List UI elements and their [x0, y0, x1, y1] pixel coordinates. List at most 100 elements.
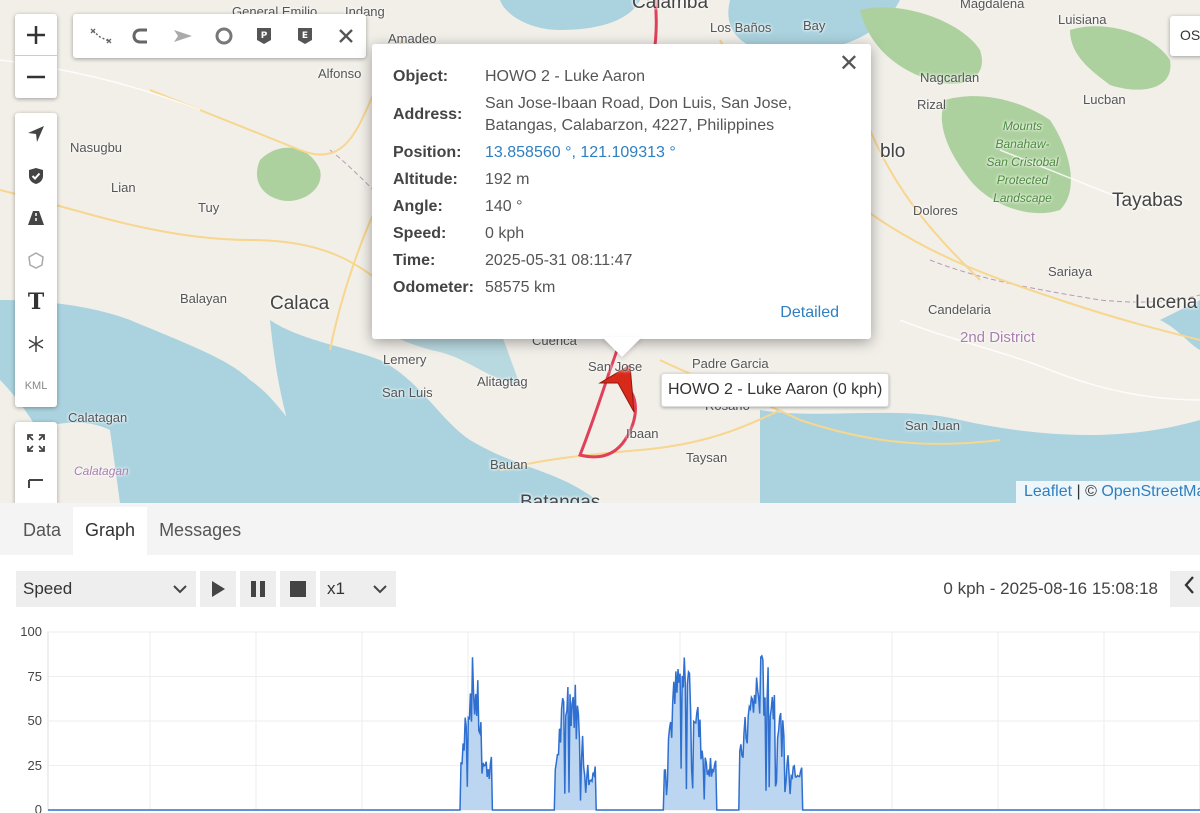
attribution-separator: | ©: [1072, 483, 1102, 500]
place-label: Nagcarlan: [920, 70, 980, 85]
layers-button[interactable]: OS: [1170, 16, 1200, 56]
place-label: Ibaan: [626, 426, 659, 441]
popup-label: Time:: [393, 252, 436, 269]
place-label: Rizal: [917, 97, 946, 112]
popup-row-time: Time: 2025-05-31 08:11:47: [393, 250, 851, 272]
popup-row-speed: Speed: 0 kph: [393, 223, 851, 245]
graph-status: 0 kph - 2025-08-16 15:08:18: [943, 579, 1158, 599]
map-attribution: Leaflet | © OpenStreetMap: [1016, 481, 1200, 503]
place-label: San Luis: [382, 385, 433, 400]
map-tools-control: T KML: [15, 113, 57, 407]
speed-graph[interactable]: 0 25 50 75 100: [0, 618, 1200, 813]
play-icon: [212, 581, 225, 597]
place-label: Sariaya: [1048, 264, 1093, 279]
place-label: Candelaria: [928, 302, 991, 317]
place-label: Taysan: [686, 450, 728, 465]
stop-icon: [290, 581, 306, 597]
popup-value: 140 °: [485, 198, 523, 215]
place-label: Lucban: [1083, 92, 1126, 107]
svg-text:E: E: [302, 31, 308, 41]
popup-row-object: Object: HOWO 2 - Luke Aaron: [393, 66, 851, 88]
parking-icon: P: [257, 28, 272, 44]
navigation-arrow-icon: [28, 126, 44, 142]
speed-chart[interactable]: [0, 618, 1200, 813]
place-label: Dolores: [913, 203, 958, 218]
openstreetmap-link[interactable]: OpenStreetMap: [1101, 483, 1200, 500]
snap-button[interactable]: [122, 14, 163, 58]
route-tool-button[interactable]: [15, 197, 57, 239]
popup-value: 192 m: [485, 171, 530, 188]
chevron-down-icon: [173, 585, 187, 594]
place-label: Luisiana: [1058, 12, 1107, 27]
road-icon: [28, 211, 44, 225]
place-label: Tayabas: [1112, 190, 1183, 211]
expand-icon: [27, 434, 45, 452]
tab-messages[interactable]: Messages: [147, 507, 253, 555]
draw-polyline-button[interactable]: [81, 14, 122, 58]
place-label: Padre Garcia: [692, 356, 769, 371]
popup-label: Speed:: [393, 225, 447, 242]
geofence-button[interactable]: [15, 155, 57, 197]
parking-button[interactable]: P: [244, 14, 285, 58]
popup-row-angle: Angle: 140 °: [393, 196, 851, 218]
popup-close-button[interactable]: ✕: [839, 52, 859, 76]
tab-graph[interactable]: Graph: [73, 507, 148, 555]
zoom-out-button[interactable]: [15, 56, 57, 98]
popup-label: Address:: [393, 106, 463, 123]
playback-speed-select[interactable]: x1: [320, 571, 396, 607]
poi-button[interactable]: [15, 239, 57, 281]
draw-toolbar: P E: [73, 14, 366, 58]
zoom-in-button[interactable]: [15, 14, 57, 56]
popup-tip: [602, 337, 642, 357]
popup-value: 58575 km: [485, 279, 556, 296]
park-label-line: Landscape: [993, 191, 1052, 205]
asterisk-icon: [28, 336, 44, 352]
clear-drawing-button[interactable]: [325, 14, 366, 58]
draw-circle-button[interactable]: [203, 14, 244, 58]
locate-button[interactable]: [15, 113, 57, 155]
close-icon: ✕: [838, 50, 859, 77]
popup-row-altitude: Altitude: 192 m: [393, 169, 851, 191]
object-info-popup: ✕ Object: HOWO 2 - Luke Aaron Address: S…: [372, 44, 871, 339]
stop-button[interactable]: [280, 571, 316, 607]
play-button[interactable]: [200, 571, 236, 607]
speed-series-line: [48, 654, 1200, 811]
leaflet-link[interactable]: Leaflet: [1024, 483, 1072, 500]
sensor-select[interactable]: Speed: [16, 571, 196, 607]
popup-label: Object:: [393, 68, 449, 85]
draw-route-button[interactable]: [162, 14, 203, 58]
position-link[interactable]: 13.858560 °, 121.109313 °: [485, 142, 676, 164]
tab-data[interactable]: Data: [0, 507, 73, 555]
bottom-panel-tabs: Data Graph Messages: [0, 503, 1200, 555]
sensor-select-value: Speed: [23, 579, 73, 598]
measure-button[interactable]: [15, 464, 57, 503]
popup-value: HOWO 2 - Luke Aaron: [485, 68, 646, 85]
place-label: San Juan: [905, 418, 960, 433]
circle-icon: [215, 27, 233, 45]
minus-icon: [27, 75, 45, 79]
event-icon: E: [297, 28, 312, 44]
popup-value: 0 kph: [485, 225, 525, 242]
place-label: Calatagan: [68, 410, 128, 425]
popup-value: San Jose-Ibaan Road, Don Luis, San Jose,…: [485, 95, 792, 134]
kml-label: KML: [24, 380, 48, 392]
park-label-line: Protected: [996, 173, 1049, 187]
status-speed: 0 kph: [943, 579, 986, 598]
park-label-line: Mounts: [1002, 119, 1043, 133]
place-label: Lucena: [1135, 292, 1198, 313]
previous-button[interactable]: [1170, 571, 1200, 607]
popup-label: Position:: [393, 144, 462, 161]
fullscreen-button[interactable]: [15, 422, 57, 464]
park-label-line: San Cristobal: [986, 155, 1059, 169]
kml-button[interactable]: KML: [15, 365, 57, 407]
polyline-icon: [90, 28, 112, 44]
detailed-link[interactable]: Detailed: [780, 304, 839, 322]
text-tool-button[interactable]: T: [15, 281, 57, 323]
arrow-icon: [173, 30, 192, 42]
place-label: Alitagtag: [477, 374, 528, 389]
place-label: Balayan: [180, 291, 227, 306]
map-view[interactable]: General Emilio Indang Calamba Los Baños Bay M…: [0, 0, 1200, 503]
event-button[interactable]: E: [285, 14, 326, 58]
pause-button[interactable]: [240, 571, 276, 607]
cluster-button[interactable]: [15, 323, 57, 365]
